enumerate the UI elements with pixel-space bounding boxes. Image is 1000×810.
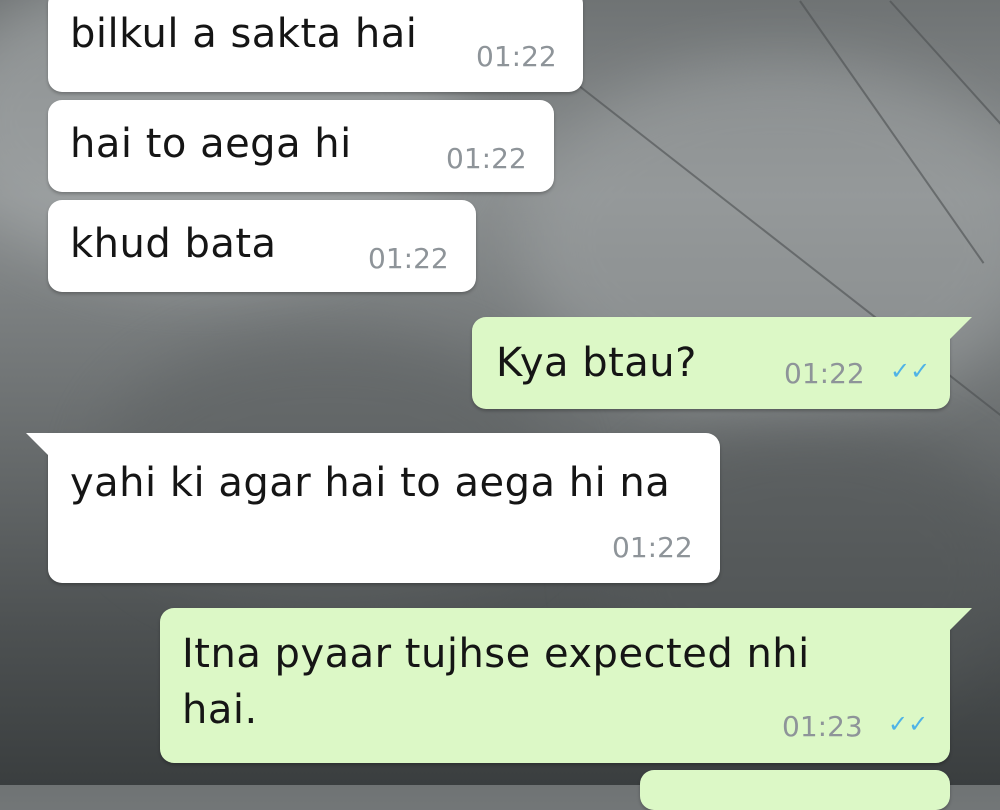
message-text: Itna pyaar tujhse expected nhi hai.: [182, 631, 810, 733]
double-check-icon: ✓✓: [888, 710, 929, 738]
message-time: 01:22: [784, 357, 865, 390]
message-incoming[interactable]: khud bata 01:22: [48, 200, 476, 292]
message-outgoing[interactable]: Kya btau? 01:22 ✓✓: [472, 317, 972, 409]
message-time: 01:22: [476, 40, 557, 73]
message-outgoing[interactable]: Itna pyaar tujhse expected nhi hai. 01:2…: [160, 608, 972, 763]
message-time: 01:22: [446, 142, 527, 175]
message-incoming[interactable]: bilkul a sakta hai 01:22: [48, 0, 583, 92]
message-text: Kya btau?: [496, 340, 697, 386]
message-incoming[interactable]: hai to aega hi 01:22: [48, 100, 554, 192]
message-outgoing-partial[interactable]: [640, 770, 950, 810]
bubble-tail: [26, 433, 48, 455]
message-incoming[interactable]: yahi ki agar hai to aega hi na 01:22: [26, 433, 720, 583]
message-text: hai to aega hi: [70, 121, 352, 167]
message-text: bilkul a sakta hai: [70, 11, 418, 57]
bubble-tail: [950, 317, 972, 339]
bubble-tail: [950, 608, 972, 630]
message-time: 01:22: [612, 531, 693, 564]
message-text: khud bata: [70, 221, 277, 267]
message-text: yahi ki agar hai to aega hi na: [70, 460, 671, 506]
double-check-icon: ✓✓: [890, 357, 931, 385]
message-time: 01:23: [782, 710, 863, 743]
message-time: 01:22: [368, 242, 449, 275]
